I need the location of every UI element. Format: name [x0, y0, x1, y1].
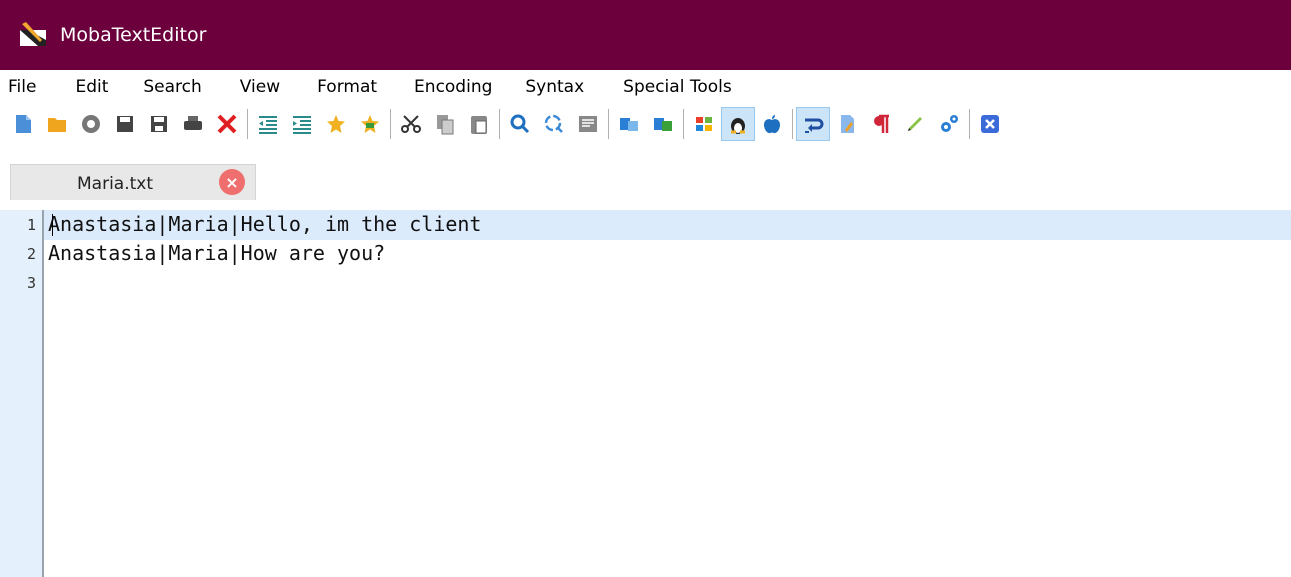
toolbar-separator: [390, 109, 391, 139]
text-cursor: [52, 214, 53, 236]
menu-format[interactable]: Format: [317, 77, 377, 97]
exit-icon[interactable]: [973, 107, 1007, 141]
paste-icon[interactable]: [462, 107, 496, 141]
menu-syntax[interactable]: Syntax: [525, 77, 584, 97]
reload-icon[interactable]: [74, 107, 108, 141]
line-number: 1: [26, 216, 36, 234]
toolbar-separator: [792, 109, 793, 139]
highlight-icon[interactable]: [830, 107, 864, 141]
toolbar: [0, 104, 1291, 144]
line-number-gutter: 1 2 3: [0, 210, 44, 577]
line-number: 3: [26, 274, 36, 292]
print-icon[interactable]: [176, 107, 210, 141]
close-file-icon[interactable]: [210, 107, 244, 141]
word-wrap-icon[interactable]: [796, 107, 830, 141]
mac-eol-icon[interactable]: [755, 107, 789, 141]
tab-maria-txt[interactable]: Maria.txt ×: [10, 164, 256, 200]
cut-icon[interactable]: [394, 107, 428, 141]
code-line[interactable]: Anastasia|Maria|Hello, im the client: [48, 210, 481, 239]
compare-left-icon[interactable]: [612, 107, 646, 141]
close-tab-icon[interactable]: ×: [219, 169, 245, 195]
linux-eol-icon[interactable]: [721, 107, 755, 141]
toolbar-separator: [608, 109, 609, 139]
title-bar: MobaTextEditor: [0, 0, 1291, 70]
bookmark-next-icon[interactable]: [353, 107, 387, 141]
bookmark-icon[interactable]: [319, 107, 353, 141]
compare-right-icon[interactable]: [646, 107, 680, 141]
menu-encoding[interactable]: Encoding: [414, 77, 492, 97]
replace-icon[interactable]: [537, 107, 571, 141]
copy-icon[interactable]: [428, 107, 462, 141]
toolbar-separator: [247, 109, 248, 139]
pen-icon[interactable]: [898, 107, 932, 141]
app-logo-icon: [18, 20, 48, 50]
new-file-icon[interactable]: [6, 107, 40, 141]
toolbar-separator: [969, 109, 970, 139]
menu-bar: File Edit Search View Format Encoding Sy…: [0, 70, 1291, 104]
open-folder-icon[interactable]: [40, 107, 74, 141]
menu-view[interactable]: View: [240, 77, 280, 97]
toolbar-separator: [683, 109, 684, 139]
menu-search[interactable]: Search: [143, 77, 201, 97]
code-line[interactable]: Anastasia|Maria|How are you?: [48, 239, 385, 268]
windows-eol-icon[interactable]: [687, 107, 721, 141]
tab-bar: Maria.txt ×: [0, 144, 1291, 200]
line-number: 2: [26, 245, 36, 263]
editor-area[interactable]: 1 2 3 Anastasia|Maria|Hello, im the clie…: [0, 210, 1291, 577]
menu-special-tools[interactable]: Special Tools: [623, 77, 732, 97]
window-title: MobaTextEditor: [60, 24, 207, 46]
show-whitespace-icon[interactable]: [864, 107, 898, 141]
settings-icon[interactable]: [932, 107, 966, 141]
indent-icon[interactable]: [285, 107, 319, 141]
goto-line-icon[interactable]: [571, 107, 605, 141]
toolbar-separator: [499, 109, 500, 139]
outdent-icon[interactable]: [251, 107, 285, 141]
save-as-icon[interactable]: [142, 107, 176, 141]
tab-label: Maria.txt: [77, 174, 154, 194]
menu-edit[interactable]: Edit: [75, 77, 108, 97]
save-icon[interactable]: [108, 107, 142, 141]
find-icon[interactable]: [503, 107, 537, 141]
menu-file[interactable]: File: [8, 77, 36, 97]
